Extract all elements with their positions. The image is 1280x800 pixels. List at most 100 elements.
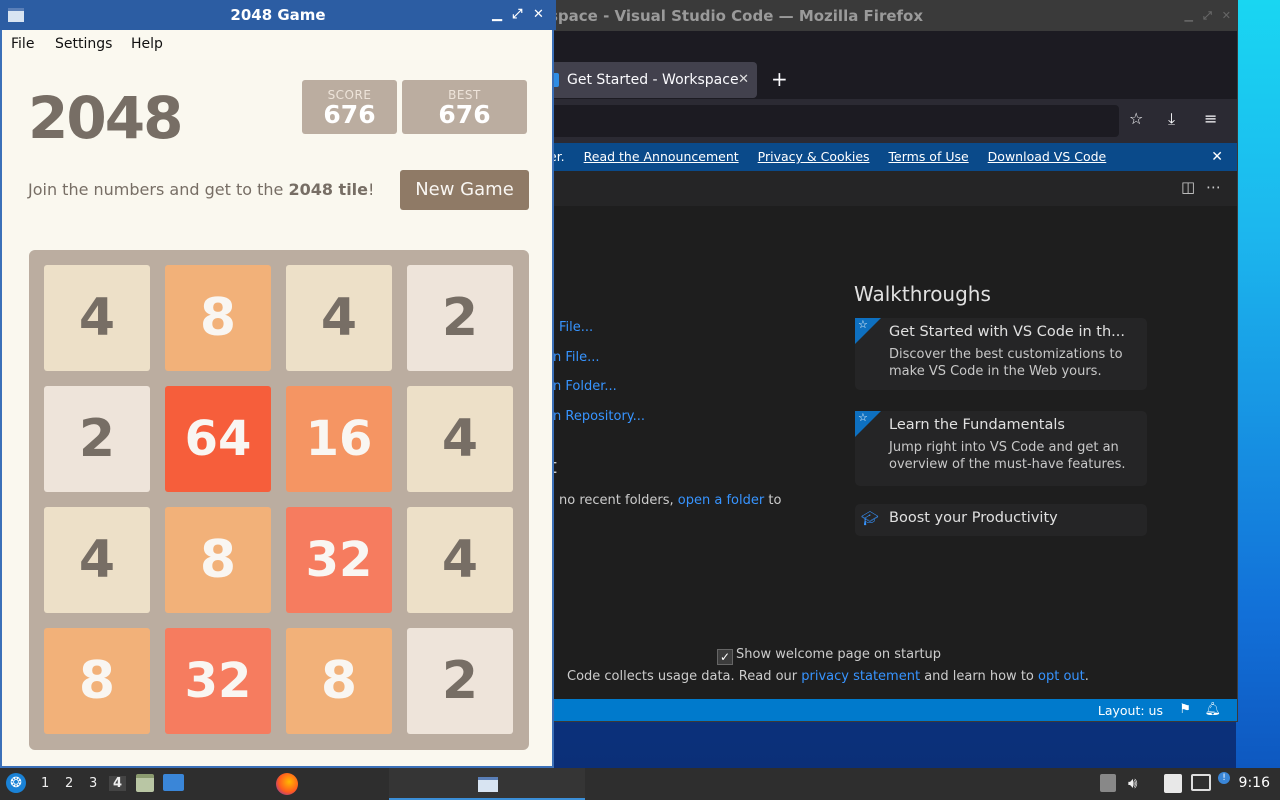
banner-link-download[interactable]: Download VS Code: [988, 149, 1107, 164]
game-titlebar[interactable]: 2048 Game ▁ ⤢ ✕: [0, 0, 556, 30]
score-box: SCORE 676: [302, 80, 397, 134]
file-manager-icon[interactable]: [136, 774, 154, 792]
walkthrough-title: Boost your Productivity: [889, 510, 1058, 526]
bookmark-star-icon[interactable]: ☆: [1129, 109, 1143, 128]
privacy-statement-link[interactable]: privacy statement: [801, 669, 920, 684]
firefox-titlebar[interactable]: space - Visual Studio Code — Mozilla Fir…: [549, 1, 1237, 31]
intro-post: !: [368, 180, 375, 199]
tile-3-2: 8: [286, 628, 392, 734]
new-tab-button[interactable]: +: [771, 67, 788, 91]
game-window[interactable]: 2048 Game ▁ ⤢ ✕ File Settings Help 2048 …: [0, 0, 556, 768]
taskbar: ❂ 1 2 3 4 🔊︎ ! 9:16: [0, 768, 1280, 800]
taskbar-task-2048[interactable]: [389, 768, 585, 800]
downloads-icon[interactable]: ⤓: [1168, 109, 1175, 129]
clock: 9:16: [1238, 775, 1270, 791]
tile-0-3: 2: [407, 265, 513, 371]
announcement-banner: er. Read the Announcement Privacy & Cook…: [549, 143, 1237, 171]
maximize-icon[interactable]: ⤢: [512, 0, 522, 30]
firefox-icon[interactable]: [276, 773, 298, 795]
tile-0-0: 4: [44, 265, 150, 371]
show-welcome-checkbox[interactable]: ✓ Show welcome page on startup: [717, 647, 941, 665]
intro-text: Join the numbers and get to the 2048 til…: [28, 180, 374, 199]
show-desktop-icon[interactable]: [163, 774, 184, 791]
banner-link-announcement[interactable]: Read the Announcement: [584, 149, 739, 164]
start-open-repo-link[interactable]: n Repository...: [553, 409, 645, 424]
feedback-icon[interactable]: ⚑: [1179, 702, 1191, 717]
intro-bold: 2048 tile: [288, 180, 369, 199]
best-value: 676: [438, 100, 491, 129]
start-new-file-link[interactable]: File...: [559, 320, 593, 335]
star-icon: ☆: [858, 318, 868, 331]
banner-link-privacy[interactable]: Privacy & Cookies: [758, 149, 870, 164]
open-folder-link[interactable]: open a folder: [678, 493, 764, 508]
usage-text-mid: and learn how to: [924, 669, 1034, 684]
tile-2-2: 32: [286, 507, 392, 613]
recent-tail: to: [768, 493, 782, 508]
tile-3-3: 2: [407, 628, 513, 734]
firefox-nav-bar: ☆ ⤓ ≡: [549, 99, 1237, 143]
show-welcome-label: Show welcome page on startup: [736, 647, 942, 662]
tile-1-1: 64: [165, 386, 271, 492]
start-open-folder-link[interactable]: n Folder...: [553, 379, 617, 394]
banner-link-terms[interactable]: Terms of Use: [889, 149, 969, 164]
walkthroughs-heading: Walkthroughs: [854, 282, 991, 306]
usage-text: Code collects usage data. Read our: [567, 669, 798, 684]
best-box: BEST 676: [402, 80, 527, 134]
start-menu-icon[interactable]: ❂: [6, 773, 26, 793]
menu-settings[interactable]: Settings: [55, 36, 112, 52]
game-window-title: 2048 Game: [230, 6, 326, 24]
walkthrough-title: Get Started with VS Code in th...: [889, 324, 1125, 340]
minimize-icon[interactable]: ▁: [492, 0, 502, 30]
walkthrough-productivity[interactable]: 🎓︎ Boost your Productivity: [855, 504, 1147, 536]
welcome-page: File... n File... n Folder... n Reposito…: [549, 206, 1237, 699]
menu-help[interactable]: Help: [131, 36, 163, 52]
walkthrough-get-started[interactable]: ☆ Get Started with VS Code in th... Disc…: [855, 318, 1147, 390]
close-icon[interactable]: ✕: [1222, 1, 1231, 31]
firefox-window[interactable]: space - Visual Studio Code — Mozilla Fir…: [548, 0, 1238, 722]
url-bar[interactable]: [549, 105, 1119, 137]
close-icon[interactable]: ✕: [533, 0, 544, 30]
checkbox-checked-icon[interactable]: ✓: [717, 649, 733, 665]
firefox-window-title: space - Visual Studio Code — Mozilla Fir…: [549, 7, 924, 25]
tab-close-icon[interactable]: ✕: [738, 62, 749, 98]
new-game-button[interactable]: New Game: [400, 170, 529, 210]
hamburger-menu-icon[interactable]: ≡: [1204, 109, 1217, 128]
volume-icon[interactable]: 🔊︎: [1128, 774, 1137, 792]
workspace-4[interactable]: 4: [109, 776, 127, 791]
window-app-icon: [478, 777, 498, 792]
notifications-bell-icon[interactable]: 🔔︎: [1204, 702, 1221, 717]
vscode-status-bar: Layout: us ⚑ 🔔︎: [549, 699, 1237, 721]
keyboard-layout-status[interactable]: Layout: us: [1098, 703, 1163, 718]
menu-file[interactable]: File: [11, 36, 34, 52]
tile-1-2: 16: [286, 386, 392, 492]
banner-close-icon[interactable]: ✕: [1211, 143, 1223, 171]
opt-out-link[interactable]: opt out: [1038, 669, 1085, 684]
tile-3-1: 32: [165, 628, 271, 734]
keyboard-indicator-icon[interactable]: [1100, 774, 1116, 792]
editor-tab-bar: ◫ ⋯: [549, 171, 1237, 206]
usage-text-end: .: [1084, 669, 1089, 684]
game-board[interactable]: 4 8 4 2 2 64 16 4 4 8 32 4 8 32 8 2: [29, 250, 529, 750]
walkthrough-fundamentals[interactable]: ☆ Learn the Fundamentals Jump right into…: [855, 411, 1147, 486]
minimize-icon[interactable]: ▁: [1185, 1, 1193, 31]
tab-get-started[interactable]: Get Started - Workspace ✕: [549, 62, 757, 98]
walkthrough-title: Learn the Fundamentals: [889, 417, 1065, 433]
workspace-3[interactable]: 3: [89, 776, 97, 791]
tile-3-0: 8: [44, 628, 150, 734]
usage-notice: Code collects usage data. Read our priva…: [567, 669, 1089, 684]
clipboard-icon[interactable]: [1164, 774, 1182, 793]
notification-icon[interactable]: !: [1218, 772, 1230, 784]
start-open-file-link[interactable]: n File...: [553, 350, 600, 365]
maximize-icon[interactable]: ⤢: [1203, 1, 1212, 31]
graduation-cap-icon: 🎓︎: [861, 511, 879, 527]
network-icon[interactable]: [1191, 774, 1211, 791]
score-value: 676: [323, 100, 376, 129]
tile-2-1: 8: [165, 507, 271, 613]
window-app-icon: [8, 8, 24, 22]
tab-label: Get Started - Workspace: [567, 72, 739, 88]
more-actions-icon[interactable]: ⋯: [1206, 178, 1221, 196]
split-editor-icon[interactable]: ◫: [1181, 178, 1195, 196]
walkthrough-description: Discover the best customizations to make…: [889, 347, 1123, 379]
workspace-2[interactable]: 2: [65, 776, 73, 791]
workspace-1[interactable]: 1: [41, 776, 49, 791]
